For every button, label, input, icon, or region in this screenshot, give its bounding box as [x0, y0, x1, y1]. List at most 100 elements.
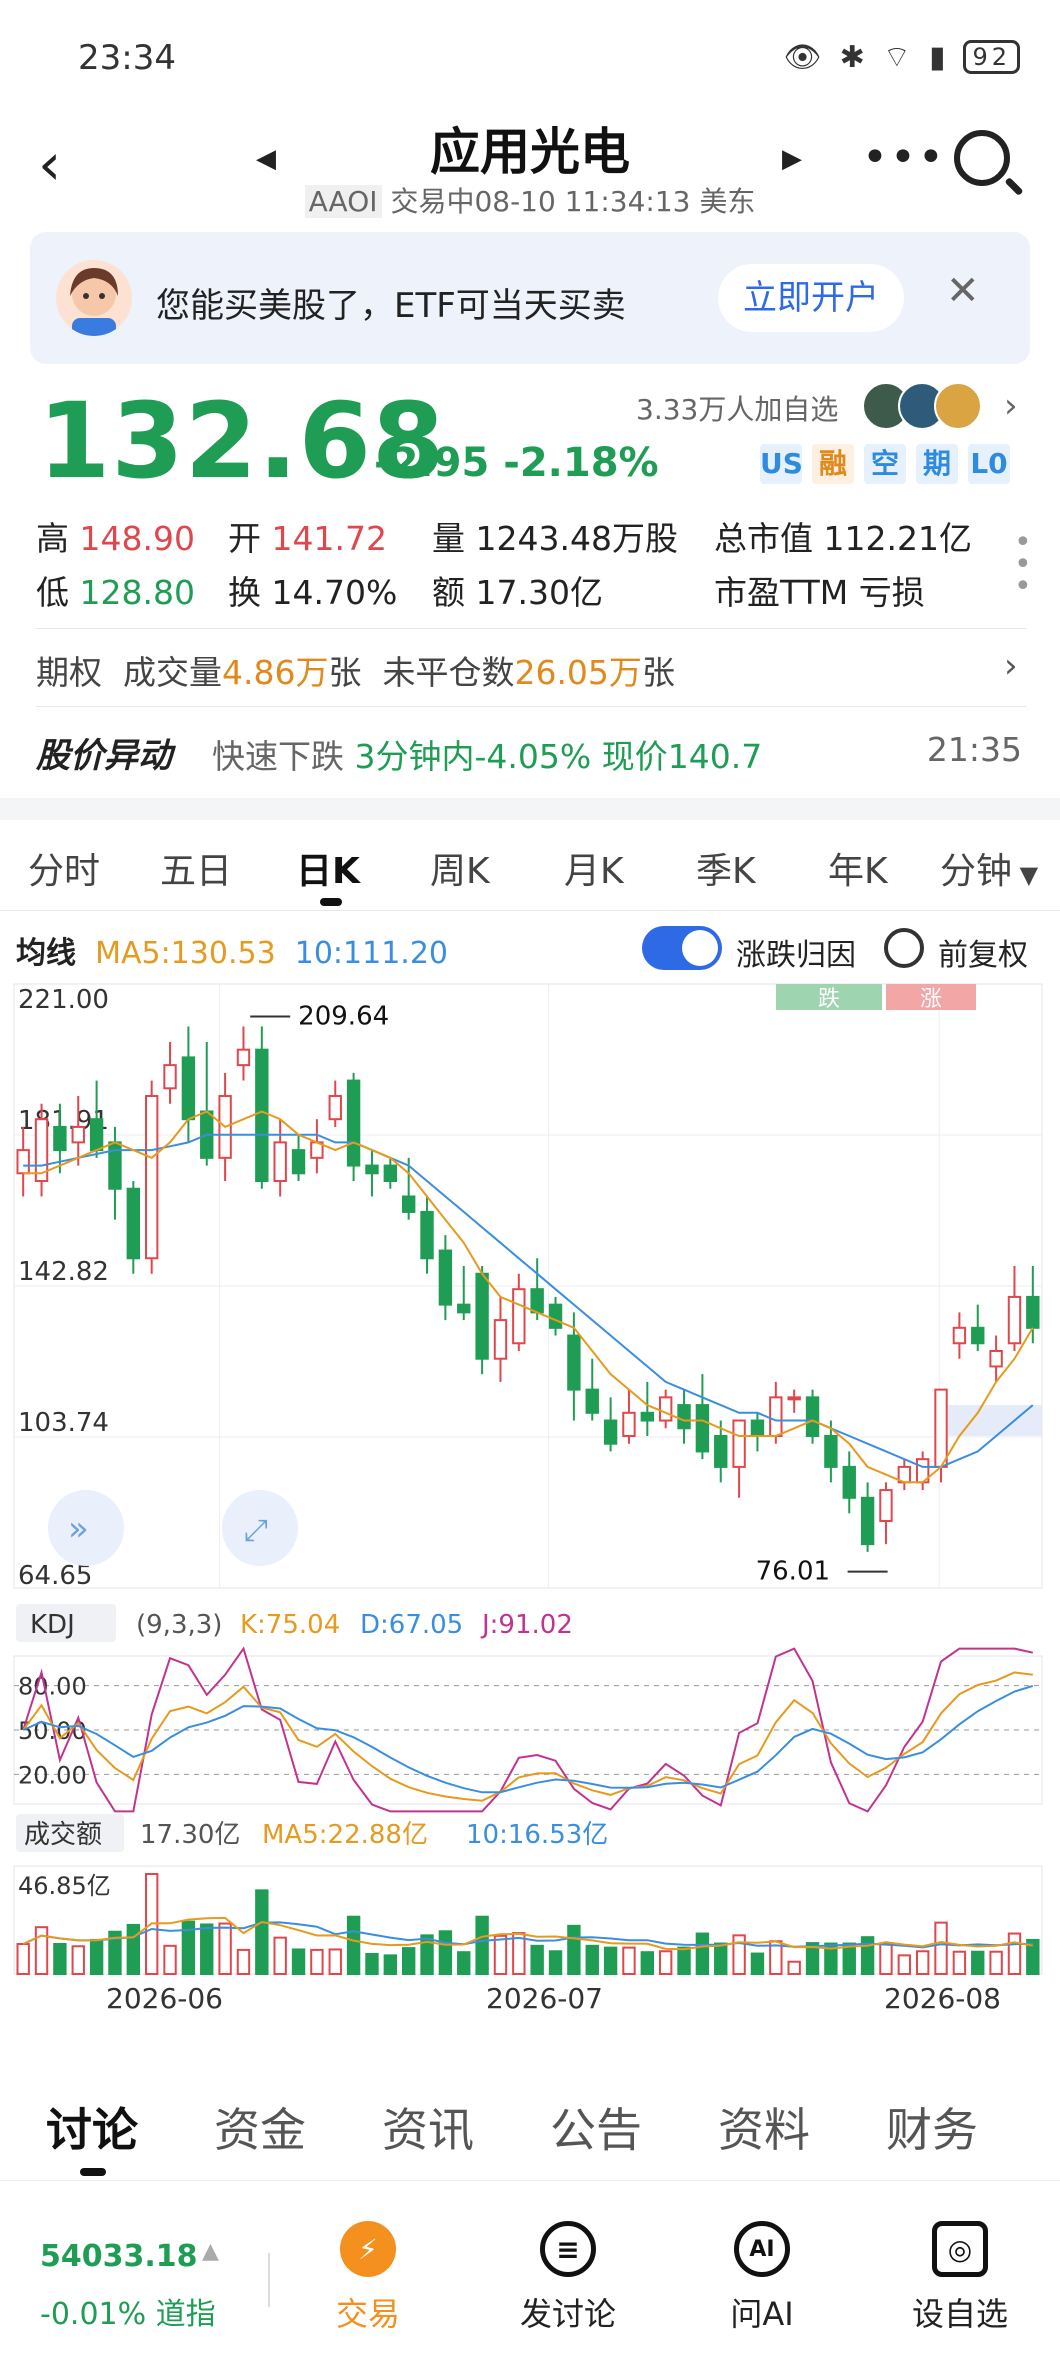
add-watchlist-button[interactable]: ◎ 设自选	[890, 2221, 1030, 2335]
watcher-avatars[interactable]	[862, 382, 982, 430]
status-bar: 23:34 👁 ✱ ⌔ ▮ 92	[0, 0, 1060, 118]
wifi-icon: ⌔	[882, 40, 915, 75]
tab-discussion[interactable]: 讨论	[46, 2094, 138, 2160]
y-tick-label: 103.74	[18, 1408, 109, 1438]
chevron-right-icon[interactable]: ›	[1004, 386, 1018, 426]
tab-profile[interactable]: 资料	[718, 2094, 810, 2160]
candle-down	[475, 1272, 489, 1360]
fullscreen-icon: ⤢	[244, 1513, 268, 1548]
candle-down	[181, 1056, 196, 1121]
stat-market-cap: 总市值 112.21亿	[714, 519, 972, 558]
kdj-j: J:91.02	[480, 1610, 573, 1640]
candle-down	[603, 1419, 618, 1445]
candle-up	[952, 1326, 967, 1345]
tab-yearly-k[interactable]: 年K	[828, 842, 888, 894]
volume-bar-down	[383, 1954, 398, 1976]
tag-us[interactable]: US	[760, 444, 803, 484]
ask-ai-button[interactable]: AI 问AI	[692, 2221, 832, 2335]
kdj-d: D:67.05	[360, 1610, 463, 1640]
kdj-k: K:75.04	[240, 1610, 340, 1640]
volume-bar-down	[200, 1923, 214, 1975]
price-change: -2.95 -2.18%	[374, 440, 659, 486]
tag-level[interactable]: L0	[968, 444, 1010, 484]
candle-up	[236, 1048, 251, 1067]
index-change[interactable]: -0.01% 道指	[40, 2289, 216, 2333]
volume-bar-up	[934, 1921, 948, 1975]
kdj-level-label: 80.00	[18, 1673, 87, 1701]
chevron-right-icon[interactable]: ›	[1004, 646, 1018, 686]
turnover-max-label: 46.85亿	[18, 1872, 111, 1900]
candle-down	[457, 1303, 471, 1314]
candle-up	[769, 1396, 783, 1437]
post-discussion-button[interactable]: ≡ 发讨论	[498, 2221, 638, 2335]
volume-bar-up	[310, 1948, 324, 1976]
promo-banner[interactable]: 您能买美股了，ETF可当天买卖 立即开户 ✕	[30, 232, 1030, 364]
eye-icon: 👁	[783, 39, 826, 75]
expand-left-icon: »	[68, 1509, 89, 1549]
trade-button[interactable]: ⚡ 交易	[298, 2221, 438, 2335]
candle-up	[989, 1349, 1003, 1368]
candle-up	[934, 1388, 948, 1468]
turnover-value: 17.30亿	[140, 1820, 240, 1850]
banner-text: 您能买美股了，ETF可当天买卖	[156, 286, 626, 326]
tab-monthly-k[interactable]: 月K	[564, 842, 624, 894]
search-icon[interactable]	[954, 130, 1010, 186]
watch-count[interactable]: 3.33万人加自选	[636, 388, 838, 428]
volume-bar-down	[365, 1953, 379, 1975]
volume-bar-down	[475, 1915, 489, 1976]
high-annotation: 209.64	[298, 1001, 389, 1031]
adjust-mode[interactable]: 前复权	[938, 930, 1028, 974]
volume-bar-down	[401, 1947, 416, 1975]
volume-bar-up	[273, 1936, 287, 1975]
x-axis-label: 2026-06	[106, 1982, 223, 2015]
tag-margin[interactable]: 融	[812, 444, 854, 484]
tab-minute[interactable]: 分钟 ▼	[940, 842, 1038, 894]
alert-text[interactable]: 快速下跌 3分钟内-4.05% 现价140.7	[212, 730, 762, 778]
volume-bar-down	[530, 1944, 544, 1975]
tab-capital[interactable]: 资金	[214, 2094, 306, 2160]
settings-icon[interactable]	[884, 928, 924, 968]
volume-bar-up	[787, 1960, 801, 1976]
candle-up	[273, 1141, 287, 1183]
active-tab-indicator	[80, 2168, 106, 2176]
volume-bar-up	[328, 1948, 342, 1975]
tab-weekly-k[interactable]: 周K	[430, 842, 490, 894]
tab-announcements[interactable]: 公告	[550, 2094, 642, 2160]
volume-bar-down	[567, 1924, 581, 1975]
options-row[interactable]: 期权 成交量4.86万张 未平仓数26.05万张	[36, 646, 675, 694]
candle-down	[805, 1396, 820, 1437]
low-annotation: 76.01	[756, 1557, 830, 1587]
y-tick-label: 142.82	[18, 1257, 109, 1287]
candle-down	[89, 1118, 104, 1152]
candle-down	[971, 1326, 985, 1345]
section-separator	[0, 798, 1060, 820]
tag-short[interactable]: 空	[864, 444, 906, 484]
more-icon[interactable]: •••	[862, 132, 946, 183]
candle-up	[1007, 1295, 1022, 1345]
tab-news[interactable]: 资讯	[382, 2094, 474, 2160]
candle-down	[860, 1496, 875, 1546]
tag-options[interactable]: 期	[916, 444, 958, 484]
tab-intraday[interactable]: 分时	[28, 842, 100, 894]
candle-up	[658, 1396, 673, 1422]
volume-bar-up	[34, 1926, 49, 1976]
alert-title: 股价异动	[36, 736, 172, 776]
divider	[36, 628, 1026, 629]
candle-down	[842, 1465, 856, 1499]
tab-quarterly-k[interactable]: 季K	[696, 842, 756, 894]
kdj-level-label: 20.00	[18, 1761, 87, 1789]
more-stats-icon[interactable]: • • •	[1014, 528, 1032, 602]
kdj-k-line	[22, 1671, 1033, 1802]
attribution-toggle[interactable]	[642, 926, 722, 970]
close-icon[interactable]: ✕	[946, 268, 980, 314]
stat-high: 高 148.90	[36, 519, 195, 558]
tab-five-day[interactable]: 五日	[160, 842, 232, 894]
tab-financials[interactable]: 财务	[886, 2094, 978, 2160]
tab-daily-k[interactable]: 日K	[296, 842, 360, 894]
index-value[interactable]: 54033.18	[40, 2239, 198, 2274]
kline-chart[interactable]: 221.00181.91142.82103.7464.65跌 涨209.6476.…	[0, 980, 1060, 2020]
next-stock-icon[interactable]: ▶	[782, 144, 802, 174]
turnover-label: 成交额	[24, 1820, 102, 1850]
open-account-button[interactable]: 立即开户	[718, 264, 904, 332]
volume-bar-up	[16, 1943, 30, 1975]
